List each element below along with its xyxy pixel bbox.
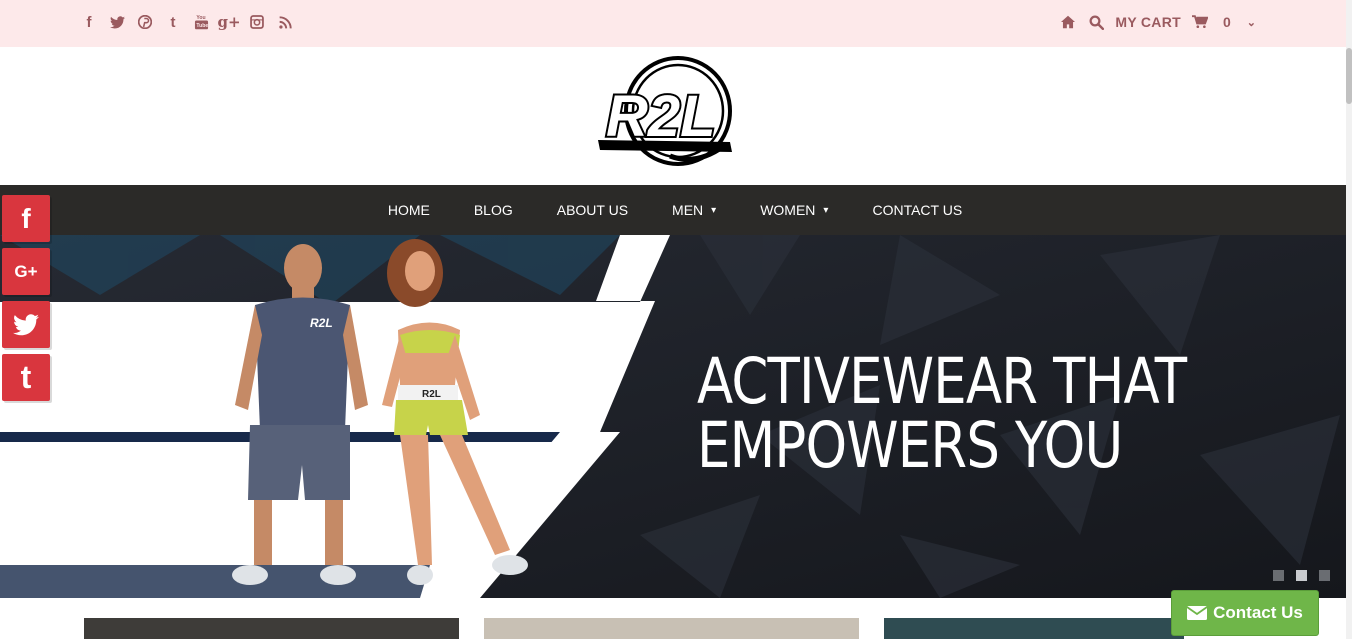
nav-home-label: HOME (387, 202, 430, 218)
contact-us-button[interactable]: Contact Us (1171, 590, 1319, 636)
nav-about-us[interactable]: ABOUT US (535, 202, 650, 218)
slider-dot-3[interactable] (1319, 570, 1330, 581)
scrollbar[interactable] (1346, 0, 1352, 639)
nav-women-label: WOMEN (760, 202, 816, 218)
product-thumbnail-1[interactable] (84, 618, 459, 639)
pinterest-icon[interactable] (136, 12, 154, 32)
nav-women[interactable]: WOMEN ▾ (738, 202, 850, 218)
nav-blog[interactable]: BLOG (452, 202, 535, 218)
home-icon[interactable] (1059, 13, 1077, 31)
main-nav: HOME BLOG ABOUT US MEN ▾ WOMEN ▾ CONTACT U… (0, 185, 1346, 235)
nav-men-label: MEN (672, 202, 704, 218)
share-facebook-icon[interactable]: f (2, 195, 50, 242)
top-right-actions: MY CART 0 ⌄ (1059, 13, 1256, 31)
man-shirt-logo: R2L (310, 316, 333, 330)
contact-us-label: Contact Us (1213, 603, 1303, 622)
share-google-plus-icon[interactable]: G+ (2, 248, 50, 295)
instagram-icon[interactable] (248, 12, 266, 32)
tumblr-icon[interactable]: t (164, 12, 182, 32)
top-social-links: f t You Tube g+ (80, 12, 294, 32)
share-twitter-icon[interactable] (2, 301, 50, 348)
share-tumblr-icon[interactable]: t (2, 354, 50, 401)
product-thumbnail-3[interactable] (884, 618, 1184, 639)
slider-dot-2[interactable] (1296, 570, 1307, 581)
woman-band-logo: R2L (422, 389, 441, 400)
hero-headline: ACTIVEWEAR THAT EMPOWERS YOU (697, 345, 1187, 482)
search-icon[interactable] (1087, 13, 1105, 31)
svg-text:You: You (196, 15, 205, 21)
nav-contact-label: CONTACT US (872, 202, 963, 218)
nav-blog-label: BLOG (473, 202, 513, 218)
logo-text: R2L (606, 84, 716, 149)
nav-home[interactable]: HOME (366, 202, 452, 218)
slider-dot-1[interactable] (1273, 570, 1284, 581)
top-bar: f t You Tube g+ MY CART 0 ⌄ (0, 0, 1346, 47)
slider-dots (1273, 570, 1330, 581)
envelope-icon (1187, 606, 1208, 620)
svg-text:Tube: Tube (196, 23, 208, 29)
chevron-down-icon[interactable]: ⌄ (1247, 16, 1256, 29)
floating-share-bar: f G+ t (2, 195, 50, 401)
hero-headline-line1: ACTIVEWEAR THAT (697, 345, 1187, 418)
hero-slider[interactable]: R2L R2L ACTIVEWEAR THAT EMPOWERS YOU (0, 235, 1346, 598)
scrollbar-thumb[interactable] (1346, 48, 1352, 104)
facebook-icon[interactable]: f (80, 12, 98, 32)
cart-label[interactable]: MY CART (1115, 14, 1181, 30)
nav-contact-us[interactable]: CONTACT US (850, 202, 984, 218)
product-thumbnail-2[interactable] (484, 618, 859, 639)
nav-about-label: ABOUT US (556, 202, 629, 218)
page: f t You Tube g+ MY CART 0 ⌄ R2L HOME BLO… (0, 0, 1352, 639)
chevron-down-icon: ▾ (711, 204, 717, 216)
chevron-down-icon: ▾ (823, 204, 829, 216)
site-logo[interactable]: R2L (596, 56, 740, 172)
cart-count: 0 (1222, 14, 1231, 30)
google-plus-icon[interactable]: g+ (217, 12, 240, 32)
cart-icon[interactable] (1191, 13, 1209, 31)
nav-men[interactable]: MEN ▾ (650, 202, 738, 218)
rss-icon[interactable] (276, 12, 294, 32)
hero-headline-line2: EMPOWERS YOU (697, 409, 1123, 482)
twitter-icon[interactable] (108, 12, 126, 32)
youtube-icon[interactable]: You Tube (192, 12, 210, 32)
